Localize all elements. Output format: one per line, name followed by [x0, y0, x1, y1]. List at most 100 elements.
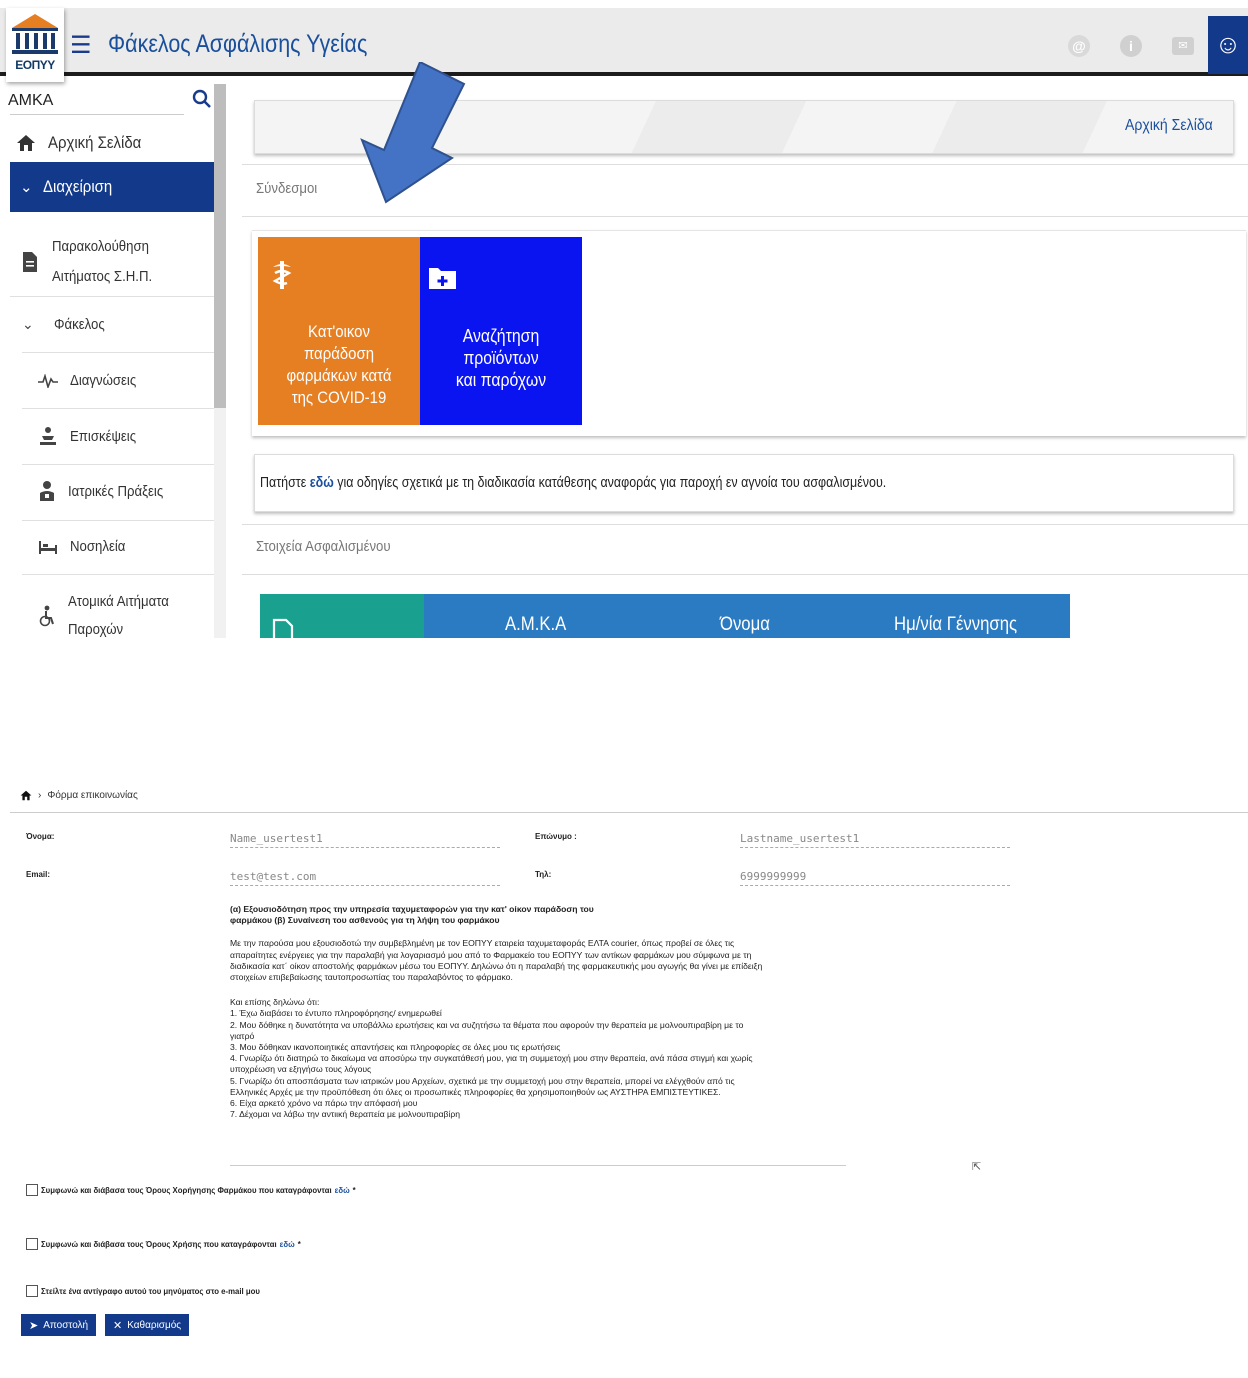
- terms-use-checkbox-row: Συμφωνώ και διάβασα τους Όρους Χρήσης πο…: [26, 1238, 301, 1250]
- document-icon: [23, 252, 37, 272]
- home-icon[interactable]: [20, 790, 32, 801]
- send-icon: ➤: [29, 1319, 39, 1332]
- insured-section-title: Στοιχεία Ασφαλισμένου: [256, 538, 391, 555]
- home-icon: [17, 135, 35, 151]
- list-item: 2. Μου δόθηκε η δυνατότητα να υποβάλλω ε…: [230, 1019, 744, 1041]
- tile-label: Αναζήτηση προϊόντων και παρόχων: [455, 326, 547, 390]
- tile-covid-home-delivery[interactable]: Κατ'οικον παράδοση φαρμάκων κατά της COV…: [258, 237, 420, 425]
- sidebar-item-hospitalization[interactable]: Νοσηλεία: [38, 538, 133, 555]
- scrollbar-thumb[interactable]: [214, 84, 226, 408]
- chevron-down-icon: ⌄: [22, 316, 34, 332]
- search-icon[interactable]: [192, 89, 212, 109]
- sidebar-item-individual-requests[interactable]: Ατομικά Αιτήματα Παροχών: [38, 588, 183, 638]
- declarations-intro: Και επίσης δηλώνω ότι:: [230, 997, 320, 1008]
- instructions-text: Πατήστε εδώ για οδηγίες σχετικά με τη δι…: [260, 475, 887, 491]
- hamburger-menu-icon[interactable]: ☰: [70, 34, 92, 58]
- list-item: 5. Γνωρίζω ότι αποσπάσματα των ιατρικών …: [230, 1075, 735, 1097]
- folder-plus-icon: [429, 268, 456, 289]
- logo-label: ΕΟΠΥΥ: [15, 58, 55, 72]
- sidebar-item-label: Παρακολούθηση: [52, 238, 149, 255]
- divider: [10, 812, 1248, 813]
- sidebar-item-home[interactable]: Αρχική Σελίδα: [16, 128, 154, 158]
- sidebar-item-folder[interactable]: ⌄ Φάκελος: [22, 316, 111, 333]
- terms-drug-checkbox-row: Συμφωνώ και διάβασα τους Όρους Χορήγησης…: [26, 1184, 356, 1196]
- sidebar-item-label: Αρχική Σελίδα: [48, 133, 142, 152]
- sidebar-item-medical-acts[interactable]: Ιατρικές Πράξεις: [38, 480, 176, 502]
- list-item: 3. Μου δόθηκαν ικανοποιητικές απαντήσεις…: [230, 1042, 561, 1053]
- clear-label: Καθαρισμός: [127, 1319, 182, 1331]
- terms-drug-label: Συμφωνώ και διάβασα τους Όρους Χορήγησης…: [41, 1185, 332, 1195]
- sidebar-item-tracking[interactable]: Παρακολούθηση Αιτήματος Σ.Η.Π.: [22, 232, 166, 292]
- divider: [22, 464, 214, 465]
- portal-screenshot: ☰ Φάκελος Ασφάλισης Υγείας @ i ✉ ☺ ΕΟΠΥΥ…: [0, 0, 1248, 638]
- list-item: 7. Δέχομαι να λάβω την αντιική θεραπεία …: [230, 1109, 461, 1120]
- sidebar-item-visits[interactable]: Επισκέψεις: [38, 426, 145, 446]
- sidebar-item-label: Ιατρικές Πράξεις: [68, 482, 164, 500]
- links-section-title: Σύνδεσμοι: [256, 180, 318, 197]
- sidebar-item-label: Διαγνώσεις: [70, 372, 137, 389]
- terms-use-label: Συμφωνώ και διάβασα τους Όρους Χρήσης πο…: [41, 1239, 277, 1249]
- divider: [242, 574, 1248, 575]
- send-copy-checkbox-row: Στείλτε ένα αντίγραφο αυτού του μηνύματο…: [26, 1285, 260, 1297]
- divider: [22, 408, 214, 409]
- at-sign-icon[interactable]: @: [1068, 35, 1090, 57]
- last-name-field[interactable]: [740, 830, 1010, 848]
- terms-drug-link[interactable]: εδώ: [335, 1186, 350, 1195]
- sidebar-item-label: Νοσηλεία: [70, 538, 126, 555]
- eopyy-logo[interactable]: ΕΟΠΥΥ: [6, 8, 64, 82]
- pulse-icon: [38, 373, 58, 388]
- document-edit-icon: [272, 618, 294, 638]
- sidebar-item-management[interactable]: ⌄ Διαχείριση: [10, 162, 214, 212]
- required-mark: *: [352, 1185, 356, 1195]
- column-header-name: Όνομα: [720, 614, 770, 635]
- clear-button[interactable]: ✕ Καθαρισμός: [105, 1314, 190, 1336]
- visit-icon: [40, 427, 56, 445]
- sidebar-item-label-line2: Παροχών: [68, 621, 124, 638]
- sidebar: ΑΜΚΑ Αρχική Σελίδα ⌄ Διαχείριση Παρακολο…: [8, 80, 228, 638]
- submit-button[interactable]: ➤ Αποστολή: [21, 1314, 97, 1336]
- instructions-link[interactable]: εδώ: [310, 475, 334, 491]
- mail-icon[interactable]: ✉: [1172, 37, 1194, 55]
- required-mark: *: [297, 1239, 301, 1249]
- column-header-birthdate: Ημ/νία Γέννησης: [894, 614, 1018, 635]
- divider: [22, 520, 214, 521]
- sidebar-item-diagnoses[interactable]: Διαγνώσεις: [38, 372, 145, 389]
- terms-use-link[interactable]: εδώ: [280, 1240, 295, 1249]
- first-name-label: Όνομα:: [26, 832, 55, 841]
- wheelchair-icon: [39, 605, 54, 627]
- divider: [242, 216, 1248, 217]
- email-label: Email:: [26, 870, 51, 879]
- breadcrumb-home-link[interactable]: Αρχική Σελίδα: [1125, 117, 1213, 135]
- divider: [22, 574, 214, 575]
- email-field[interactable]: [230, 868, 500, 886]
- list-item: 1. Έχω διαβάσει το έντυπο πληροφόρησης/ …: [230, 1008, 442, 1019]
- phone-field[interactable]: [740, 868, 1010, 886]
- caduceus-icon: [272, 261, 292, 289]
- search-underline: [10, 114, 184, 115]
- info-icon[interactable]: i: [1120, 35, 1142, 57]
- consent-text-area[interactable]: (α) Εξουσιοδότηση προς την υπηρεσία ταχυ…: [230, 904, 846, 1166]
- breadcrumb: › Φόρμα επικοινωνίας: [20, 790, 138, 801]
- breadcrumb-current: Φόρμα επικοινωνίας: [47, 790, 138, 801]
- divider: [10, 296, 214, 297]
- chevron-right-icon: ›: [38, 790, 42, 801]
- building-columns-icon: [12, 14, 58, 54]
- sidebar-scrollbar[interactable]: [214, 84, 226, 638]
- send-copy-label: Στείλτε ένα αντίγραφο αυτού του μηνύματο…: [41, 1286, 260, 1296]
- sidebar-item-label-line2: Αιτήματος Σ.Η.Π.: [52, 268, 153, 285]
- bed-icon: [39, 540, 57, 554]
- terms-drug-checkbox[interactable]: [26, 1184, 38, 1196]
- amka-search-input[interactable]: ΑΜΚΑ: [8, 92, 53, 110]
- declarations-list: 1. Έχω διαβάσει το έντυπο πληροφόρησης/ …: [230, 1008, 846, 1120]
- sidebar-item-label: Φάκελος: [53, 316, 105, 333]
- sidebar-item-label: Επισκέψεις: [70, 427, 137, 445]
- user-account-icon[interactable]: ☺: [1208, 16, 1248, 74]
- first-name-field[interactable]: [230, 830, 500, 848]
- column-header-amka: Α.Μ.Κ.Α: [505, 614, 567, 635]
- tile-search-products-providers[interactable]: Αναζήτηση προϊόντων και παρόχων: [420, 237, 582, 425]
- doctor-icon: [40, 481, 54, 501]
- list-item: 4. Γνωρίζω ότι διατηρώ το δικαίωμα να απ…: [230, 1053, 753, 1075]
- send-copy-checkbox[interactable]: [26, 1285, 38, 1297]
- terms-use-checkbox[interactable]: [26, 1238, 38, 1250]
- app-title: Φάκελος Ασφάλισης Υγείας: [108, 30, 368, 58]
